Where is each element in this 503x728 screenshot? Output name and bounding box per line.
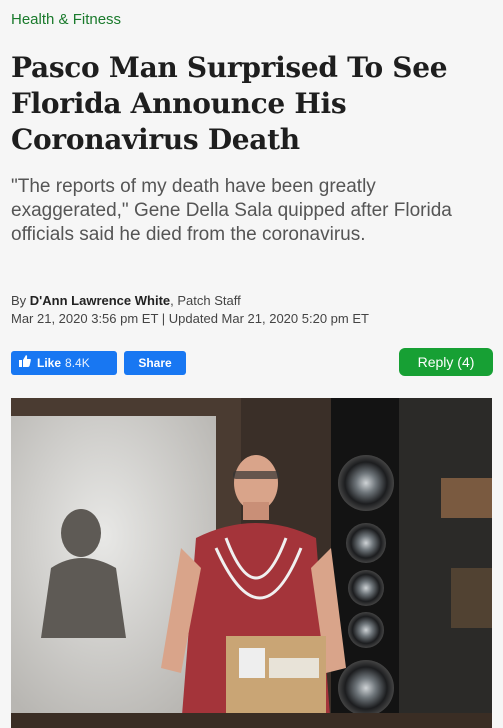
article-headline: Pasco Man Surprised To See Florida Annou… <box>11 51 448 156</box>
article-page: Health & Fitness Pasco Man Surprised To … <box>0 0 503 728</box>
dateline: Mar 21, 2020 3:56 pm ET | Updated Mar 21… <box>11 311 369 326</box>
article-dek: "The reports of my death have been great… <box>11 176 452 245</box>
like-label: Like <box>37 356 62 370</box>
action-bar: Like 8.4K Share Reply (4) <box>0 348 503 378</box>
reply-button[interactable]: Reply (4) <box>399 348 493 376</box>
article-photo <box>11 398 492 728</box>
byline-prefix: By <box>11 293 30 308</box>
byline: By D'Ann Lawrence White, Patch Staff Mar… <box>11 292 491 328</box>
like-count: 8.4K <box>65 356 90 370</box>
category-link[interactable]: Health & Fitness <box>11 11 121 28</box>
author-link[interactable]: D'Ann Lawrence White <box>30 293 170 308</box>
byline-suffix: , Patch Staff <box>170 293 241 308</box>
photo-illustration <box>11 398 492 728</box>
share-button[interactable]: Share <box>124 351 186 375</box>
thumbs-up-icon <box>19 351 33 375</box>
author-line: By D'Ann Lawrence White, Patch Staff <box>11 292 491 310</box>
like-button[interactable]: Like 8.4K <box>11 351 117 375</box>
